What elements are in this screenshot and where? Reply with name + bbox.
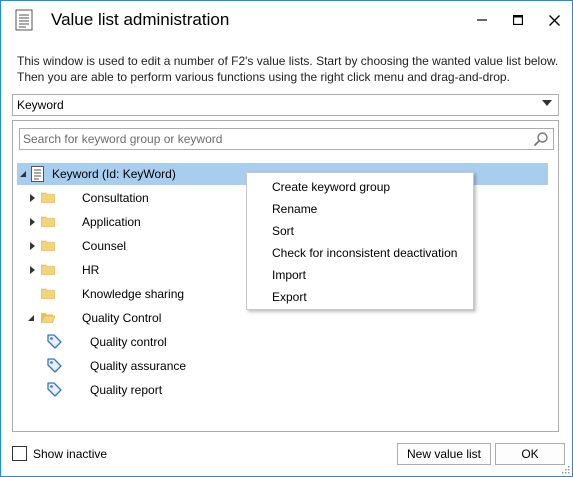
description-line-1: This window is used to edit a number of … [17,54,559,68]
tree-group-label: Counsel [82,239,127,253]
tree-group-row[interactable]: Quality Control [25,307,325,329]
tree-group-label: HR [82,263,100,277]
menu-item-export[interactable]: Export [272,290,307,304]
tree-keyword-label: Quality report [90,383,163,397]
search-input[interactable]: Search for keyword group or keyword [19,128,554,150]
maximize-icon [513,15,523,25]
menu-item-check-inconsistent-deactivation[interactable]: Check for inconsistent deactivation [272,246,457,260]
tree-keyword-label: Quality assurance [90,359,187,373]
ok-label: OK [521,447,539,461]
description-text: This window is used to edit a number of … [17,53,562,85]
show-inactive-label[interactable]: Show inactive [33,447,107,461]
folder-icon [41,240,55,251]
value-list-dropdown[interactable]: Keyword [12,94,559,116]
tree-group-label: Quality Control [82,311,162,325]
value-list-window: Value list administration This window is… [0,0,573,477]
title-bar: Value list administration [1,1,572,39]
folder-icon [41,192,55,203]
tree-group-label: Knowledge sharing [82,287,185,301]
value-list-selected: Keyword [17,98,64,112]
expand-collapsed-icon[interactable] [29,266,37,274]
maximize-button[interactable] [501,7,535,33]
dropdown-arrow-icon[interactable] [542,100,552,106]
minimize-icon [477,19,487,21]
folder-icon [41,288,55,299]
new-value-list-label: New value list [406,447,482,461]
description-line-2: Then you are able to perform various fun… [17,70,510,84]
tree-group-label: Application [82,215,141,229]
menu-item-import[interactable]: Import [272,268,306,282]
window-title: Value list administration [51,10,230,29]
show-inactive-checkbox[interactable] [12,446,27,461]
document-list-icon [15,9,33,31]
new-value-list-button[interactable]: New value list [397,443,491,465]
minimize-button[interactable] [465,7,499,33]
tag-icon [47,358,62,373]
tree-group-label: Consultation [82,191,149,205]
tree-keyword-row[interactable]: Quality assurance [43,355,323,377]
tree-root-label: Keyword (Id: KeyWord) [52,167,176,181]
menu-item-create-keyword-group[interactable]: Create keyword group [272,180,390,194]
tree-keyword-row[interactable]: Quality report [43,379,323,401]
resize-grip-icon[interactable] [560,464,570,474]
folder-open-icon [41,313,55,323]
tag-icon [47,382,62,397]
document-list-icon [31,166,44,182]
expand-expanded-icon[interactable] [19,170,27,178]
expand-collapsed-icon[interactable] [29,194,37,202]
menu-item-rename[interactable]: Rename [272,202,317,216]
folder-icon [41,216,55,227]
expand-collapsed-icon[interactable] [29,242,37,250]
folder-icon [41,264,55,275]
tree-keyword-label: Quality control [90,335,167,349]
expand-collapsed-icon[interactable] [29,218,37,226]
ok-button[interactable]: OK [495,443,565,465]
close-icon [548,14,560,26]
expand-expanded-icon[interactable] [27,314,35,322]
tree-keyword-row[interactable]: Quality control [43,331,323,353]
search-placeholder: Search for keyword group or keyword [23,132,223,146]
close-button[interactable] [537,7,571,33]
menu-item-sort[interactable]: Sort [272,224,294,238]
context-menu: Create keyword group Rename Sort Check f… [246,172,474,310]
search-icon[interactable] [533,131,549,147]
tag-icon [47,334,62,349]
